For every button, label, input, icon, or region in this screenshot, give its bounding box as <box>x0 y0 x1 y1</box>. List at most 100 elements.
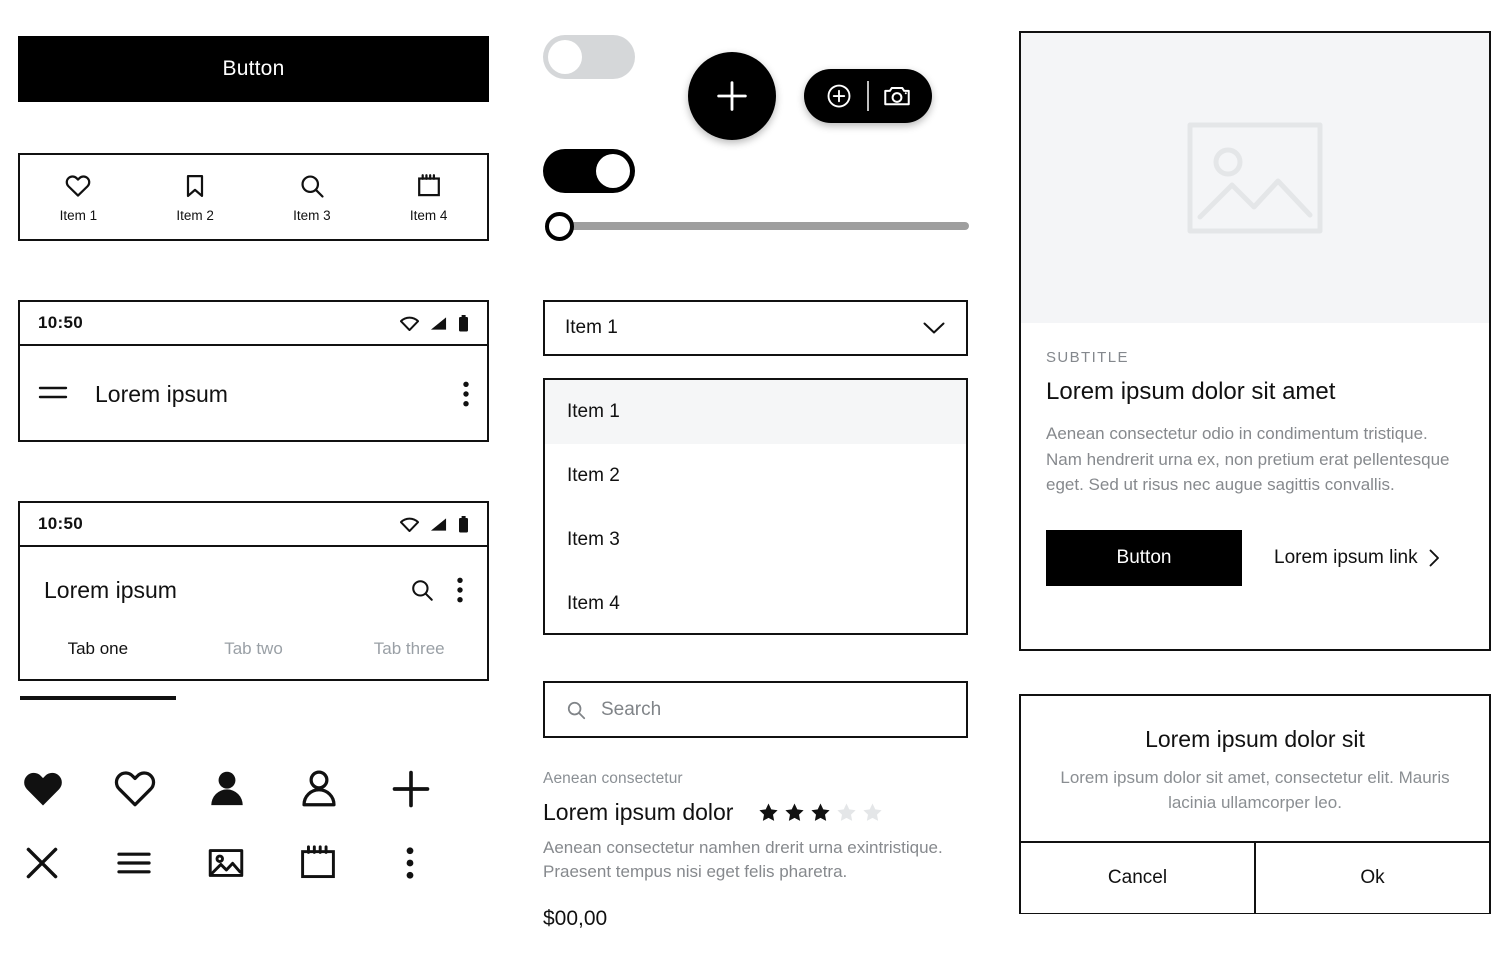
rating-stars[interactable] <box>757 801 884 824</box>
select-dropdown[interactable]: Item 1 <box>543 300 968 356</box>
list-item[interactable]: Item 1 <box>545 380 966 444</box>
status-bar: 10:50 <box>20 503 487 547</box>
card-headline: Lorem ipsum dolor sit amet <box>1046 378 1336 405</box>
heart-outline-icon[interactable] <box>112 766 204 812</box>
app-bar-simple: 10:50 Lorem ipsum <box>18 300 489 442</box>
primary-button[interactable]: Button <box>18 36 489 102</box>
calendar-icon <box>415 172 443 200</box>
toggle-knob <box>548 40 582 74</box>
product-title: Lorem ipsum dolor <box>543 799 734 825</box>
hamburger-menu-icon[interactable] <box>38 383 68 405</box>
close-icon[interactable] <box>20 841 112 885</box>
bottom-nav-item-1[interactable]: Item 1 <box>20 172 137 223</box>
ui-kit-canvas: Button Item 1 Item 2 Item 3 Item 4 10:50… <box>0 0 1500 975</box>
search-field[interactable]: Search <box>543 681 968 738</box>
slider-thumb[interactable] <box>545 212 574 241</box>
tab-two-label: Tab two <box>224 639 283 658</box>
camera-segment-button[interactable] <box>869 80 925 112</box>
card-body: SUBTITLE Lorem ipsum dolor sit amet Aene… <box>1021 323 1489 586</box>
alert-dialog: Lorem ipsum dolor sit Lorem ipsum dolor … <box>1019 694 1491 914</box>
status-time: 10:50 <box>38 514 83 533</box>
card-button[interactable]: Button <box>1046 529 1242 586</box>
select-value: Item 1 <box>565 317 618 338</box>
camera-icon <box>881 80 913 112</box>
list-item[interactable]: Item 4 <box>545 572 966 636</box>
search-icon <box>565 699 587 721</box>
bottom-nav-item-2[interactable]: Item 2 <box>137 172 254 223</box>
kebab-menu-icon[interactable] <box>388 841 480 885</box>
image-icon[interactable] <box>204 841 296 885</box>
bottom-nav-label-4: Item 4 <box>409 207 448 223</box>
product-listing: Aenean consectetur Lorem ipsum dolor Aen… <box>543 770 973 931</box>
list-item[interactable]: Item 2 <box>545 444 966 508</box>
tab-one[interactable]: Tab one <box>20 633 176 700</box>
icon-row-1 <box>20 752 480 826</box>
search-icon[interactable] <box>409 577 435 603</box>
app-bar-row: Lorem ipsum <box>20 547 487 633</box>
slider-track <box>559 222 969 230</box>
ok-button[interactable]: Ok <box>1254 843 1489 914</box>
dialog-actions: Cancel Ok <box>1021 841 1489 914</box>
plus-icon[interactable] <box>388 766 480 812</box>
app-bar-row: Lorem ipsum <box>20 346 487 442</box>
chevron-down-icon <box>922 321 946 335</box>
search-icon <box>298 172 326 200</box>
bottom-nav-label-3: Item 3 <box>293 207 331 223</box>
tab-three[interactable]: Tab three <box>331 633 487 691</box>
status-time: 10:50 <box>38 313 83 332</box>
fab-divider <box>867 81 869 111</box>
floating-action-button[interactable] <box>688 52 776 140</box>
tab-two[interactable]: Tab two <box>176 633 332 691</box>
plus-icon <box>712 76 752 116</box>
product-price: $00,00 <box>543 907 608 931</box>
battery-icon <box>458 515 469 533</box>
dialog-text: Lorem ipsum dolor sit amet, consectetur … <box>1060 768 1450 812</box>
product-description: Aenean consectetur namhen drerit urna ex… <box>543 838 943 882</box>
product-eyebrow: Aenean consectetur <box>543 770 683 787</box>
list-item-label: Item 4 <box>567 593 620 614</box>
card-link[interactable]: Lorem ipsum link <box>1274 547 1441 569</box>
list-item[interactable]: Item 3 <box>545 508 966 572</box>
plus-circle-icon <box>824 81 854 111</box>
card-subtitle: SUBTITLE <box>1046 349 1129 366</box>
chevron-right-icon <box>1428 548 1441 568</box>
bottom-nav-label-2: Item 2 <box>176 207 214 223</box>
primary-button-label: Button <box>222 57 285 80</box>
toggle-knob <box>596 154 630 188</box>
star-filled-icon <box>811 803 831 821</box>
card-media <box>1021 33 1489 323</box>
cancel-button[interactable]: Cancel <box>1021 843 1254 914</box>
card-button-label: Button <box>1116 546 1172 568</box>
card-actions: Button Lorem ipsum link <box>1046 529 1464 586</box>
dialog-title: Lorem ipsum dolor sit <box>1145 726 1365 752</box>
icon-row-2 <box>20 826 480 900</box>
icon-gallery <box>20 752 480 900</box>
slider-control[interactable] <box>545 210 969 242</box>
kebab-menu-icon[interactable] <box>457 577 463 603</box>
person-outline-icon[interactable] <box>296 766 388 812</box>
toggle-switch-off[interactable] <box>543 35 635 79</box>
product-title-row: Lorem ipsum dolor <box>543 799 973 826</box>
extended-fab-group <box>804 69 932 123</box>
content-card: SUBTITLE Lorem ipsum dolor sit amet Aene… <box>1019 31 1491 651</box>
star-empty-icon <box>837 803 857 821</box>
tab-bar: Tab one Tab two Tab three <box>20 633 487 700</box>
card-link-label: Lorem ipsum link <box>1274 546 1418 568</box>
kebab-menu-icon[interactable] <box>463 381 469 407</box>
app-bar-title: Lorem ipsum <box>95 380 228 407</box>
bottom-nav-item-4[interactable]: Item 4 <box>370 172 487 223</box>
signal-icon <box>430 316 447 331</box>
calendar-icon[interactable] <box>296 841 388 885</box>
bottom-nav-item-3[interactable]: Item 3 <box>254 172 371 223</box>
card-paragraph: Aenean consectetur odio in condimentum t… <box>1046 424 1450 494</box>
heart-filled-icon[interactable] <box>20 766 112 812</box>
wifi-icon <box>400 517 419 532</box>
list-item-label: Item 3 <box>567 529 620 550</box>
hamburger-menu-icon[interactable] <box>112 841 204 885</box>
add-segment-button[interactable] <box>811 81 867 111</box>
person-filled-icon[interactable] <box>204 766 296 812</box>
app-bar-title: Lorem ipsum <box>44 576 177 603</box>
tab-one-label: Tab one <box>67 639 129 658</box>
toggle-switch-on[interactable] <box>543 149 635 193</box>
cancel-button-label: Cancel <box>1107 867 1168 889</box>
